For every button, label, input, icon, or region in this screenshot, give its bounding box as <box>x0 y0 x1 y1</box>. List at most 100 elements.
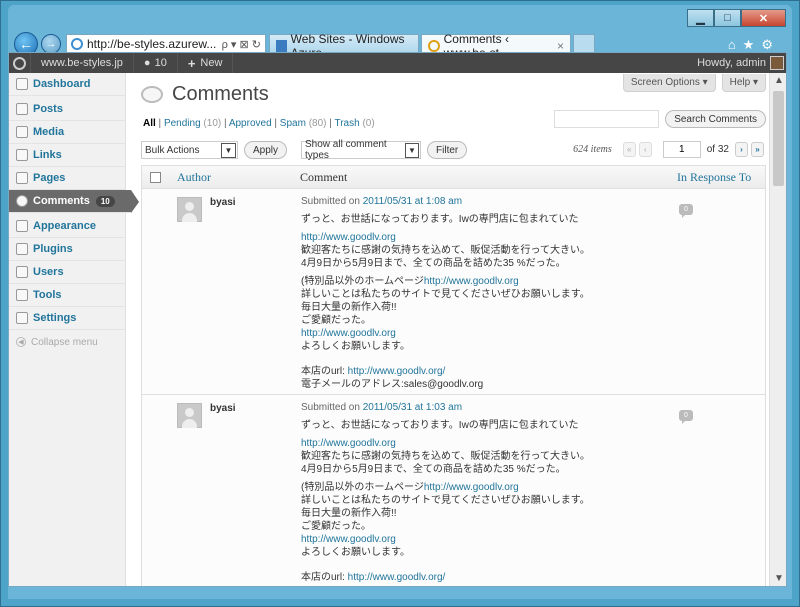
pages-icon <box>16 172 28 184</box>
comment-type-select[interactable]: Show all comment types ▼ <box>301 139 422 161</box>
admin-bar-site[interactable]: www.be-styles.jp <box>31 53 134 73</box>
filter-approved[interactable]: Approved <box>229 118 272 129</box>
filter-all[interactable]: All <box>143 118 156 129</box>
comment-line: 詳しいことは私たちのサイトで見てくださいぜひお願いします。 <box>301 495 590 506</box>
address-tools[interactable]: ρ ▾ ⊠ ↻ <box>222 38 261 51</box>
column-in-response-to[interactable]: In Response To <box>677 170 751 185</box>
address-text: http://be-styles.azurew... <box>87 37 217 51</box>
filter-button[interactable]: Filter <box>427 141 468 159</box>
sidebar-item-links[interactable]: Links <box>9 144 125 167</box>
sidebar-item-posts[interactable]: Posts <box>9 98 125 121</box>
bulk-actions-value: Bulk Actions <box>145 144 200 156</box>
comment-line: 電子メールのアドレス:sales@goodlv.org <box>301 379 484 390</box>
scroll-up-icon[interactable]: ▲ <box>774 75 784 86</box>
comment-line: 詳しいことは私たちのサイトで見てくださいぜひお願いします。 <box>301 289 590 300</box>
submitted-prefix: Submitted on <box>301 402 360 413</box>
tools-icon <box>16 289 28 301</box>
sidebar-item-appearance[interactable]: Appearance <box>9 215 125 238</box>
comment-body: Submitted on 2011/05/31 at 1:03 am ずっと、お… <box>301 401 661 584</box>
browser-tools[interactable]: ⌂★⚙ <box>728 37 780 53</box>
plus-icon: + <box>187 55 196 71</box>
comment-link[interactable]: http://www.goodlv.org <box>301 328 396 339</box>
search-comments-button[interactable]: Search Comments <box>665 110 766 128</box>
main-content: Screen Options ▾ Help ▾ Comments All | P… <box>141 73 766 586</box>
comment-line: ご愛顧だった。 <box>301 315 371 326</box>
comment-link[interactable]: http://www.goodlv.org/ <box>348 366 446 377</box>
comment-date-link[interactable]: 2011/05/31 at 1:08 am <box>363 196 462 207</box>
comment-line: ずっと、お世話になっております。Iwの専門店に包まれていた <box>301 420 579 431</box>
comment-icon: ● <box>143 57 151 69</box>
comment-line: 毎日大量の新作入荷!! <box>301 302 397 313</box>
select-all-checkbox[interactable] <box>150 171 161 183</box>
sidebar-item-label: Plugins <box>33 243 73 255</box>
filter-pending[interactable]: Pending <box>164 118 201 129</box>
last-page-button[interactable]: » <box>751 142 764 157</box>
table-row: byasi Submitted on 2011/05/31 at 1:03 am… <box>141 395 766 586</box>
items-count: 624 items <box>573 144 612 155</box>
sidebar-item-media[interactable]: Media <box>9 121 125 144</box>
filter-trash[interactable]: Trash <box>334 118 359 129</box>
comment-line: 本店のurl: <box>301 572 348 583</box>
comment-link[interactable]: http://www.goodlv.org <box>301 232 396 243</box>
sidebar-item-settings[interactable]: Settings <box>9 307 125 330</box>
wordpress-logo-icon[interactable] <box>9 53 31 73</box>
next-page-button[interactable]: › <box>735 142 748 157</box>
close-window-button[interactable]: ✕ <box>741 9 786 27</box>
response-count-badge[interactable]: 0 <box>679 204 693 218</box>
admin-bar-comments[interactable]: ● 10 <box>134 53 178 73</box>
sidebar-item-label: Dashboard <box>33 78 91 90</box>
azure-icon <box>276 39 287 52</box>
filter-spam[interactable]: Spam <box>280 118 306 129</box>
comment-link[interactable]: http://www.goodlv.org <box>424 276 519 287</box>
current-page-input[interactable] <box>662 141 701 158</box>
admin-bar-account[interactable]: Howdy, admin <box>697 56 786 70</box>
sidebar-item-plugins[interactable]: Plugins <box>9 238 125 261</box>
maximize-button[interactable]: □ <box>714 9 741 27</box>
column-author[interactable]: Author <box>177 170 211 185</box>
submitted-prefix: Submitted on <box>301 196 360 207</box>
first-page-button[interactable]: « <box>622 142 636 157</box>
sidebar-item-tools[interactable]: Tools <box>9 284 125 307</box>
howdy-text: Howdy, admin <box>697 57 766 69</box>
comment-link[interactable]: http://www.goodlv.org <box>301 438 396 449</box>
minimize-button[interactable]: ▁ <box>687 9 714 27</box>
sidebar-item-comments[interactable]: Comments 10 <box>9 190 139 213</box>
comment-date-link[interactable]: 2011/05/31 at 1:03 am <box>363 402 462 413</box>
apply-button[interactable]: Apply <box>244 141 288 159</box>
scrollbar-thumb[interactable] <box>773 91 784 186</box>
comment-link[interactable]: http://www.goodlv.org <box>301 534 396 545</box>
sidebar-item-pages[interactable]: Pages <box>9 167 125 190</box>
comment-line: よろしくお願いします。 <box>301 341 410 352</box>
status-filters: All | Pending (10) | Approved | Spam (80… <box>143 118 375 129</box>
forward-button[interactable]: → <box>41 34 61 54</box>
avatar <box>770 56 784 70</box>
total-pages: of 32 <box>706 144 729 155</box>
comment-link[interactable]: http://www.goodlv.org/ <box>348 572 446 583</box>
sidebar-item-label: Links <box>33 149 62 161</box>
sidebar-item-users[interactable]: Users <box>9 261 125 284</box>
admin-bar-new[interactable]: + New <box>178 53 234 73</box>
sidebar-item-dashboard[interactable]: Dashboard <box>9 73 125 96</box>
comments-bubble-icon <box>141 86 163 103</box>
collapse-menu[interactable]: ◀ Collapse menu <box>9 330 125 354</box>
comment-link[interactable]: http://www.goodlv.org <box>424 482 519 493</box>
ie-icon <box>71 38 83 50</box>
bulk-actions-select[interactable]: Bulk Actions ▼ <box>141 141 238 159</box>
search-input[interactable] <box>554 110 660 128</box>
comment-icon <box>16 195 28 207</box>
sidebar-item-label: Tools <box>33 289 62 301</box>
trash-count: (0) <box>362 118 375 129</box>
avatar <box>177 403 202 428</box>
address-bar[interactable]: http://be-styles.azurew... ρ ▾ ⊠ ↻ <box>66 34 266 54</box>
table-nav: Bulk Actions ▼ Apply Show all comment ty… <box>141 139 766 161</box>
screen-options-button[interactable]: Screen Options ▾ <box>622 74 716 92</box>
help-button[interactable]: Help ▾ <box>721 74 766 92</box>
prev-page-button[interactable]: ‹ <box>638 142 652 157</box>
response-count-badge[interactable]: 0 <box>679 410 693 424</box>
submitted-on: Submitted on 2011/05/31 at 1:08 am <box>301 195 661 208</box>
tab-close-icon[interactable]: × <box>557 39 564 53</box>
vertical-scrollbar[interactable]: ▲ ▼ <box>769 73 786 586</box>
new-label: New <box>200 57 223 69</box>
scroll-down-icon[interactable]: ▼ <box>774 573 784 584</box>
pin-icon <box>16 103 28 115</box>
